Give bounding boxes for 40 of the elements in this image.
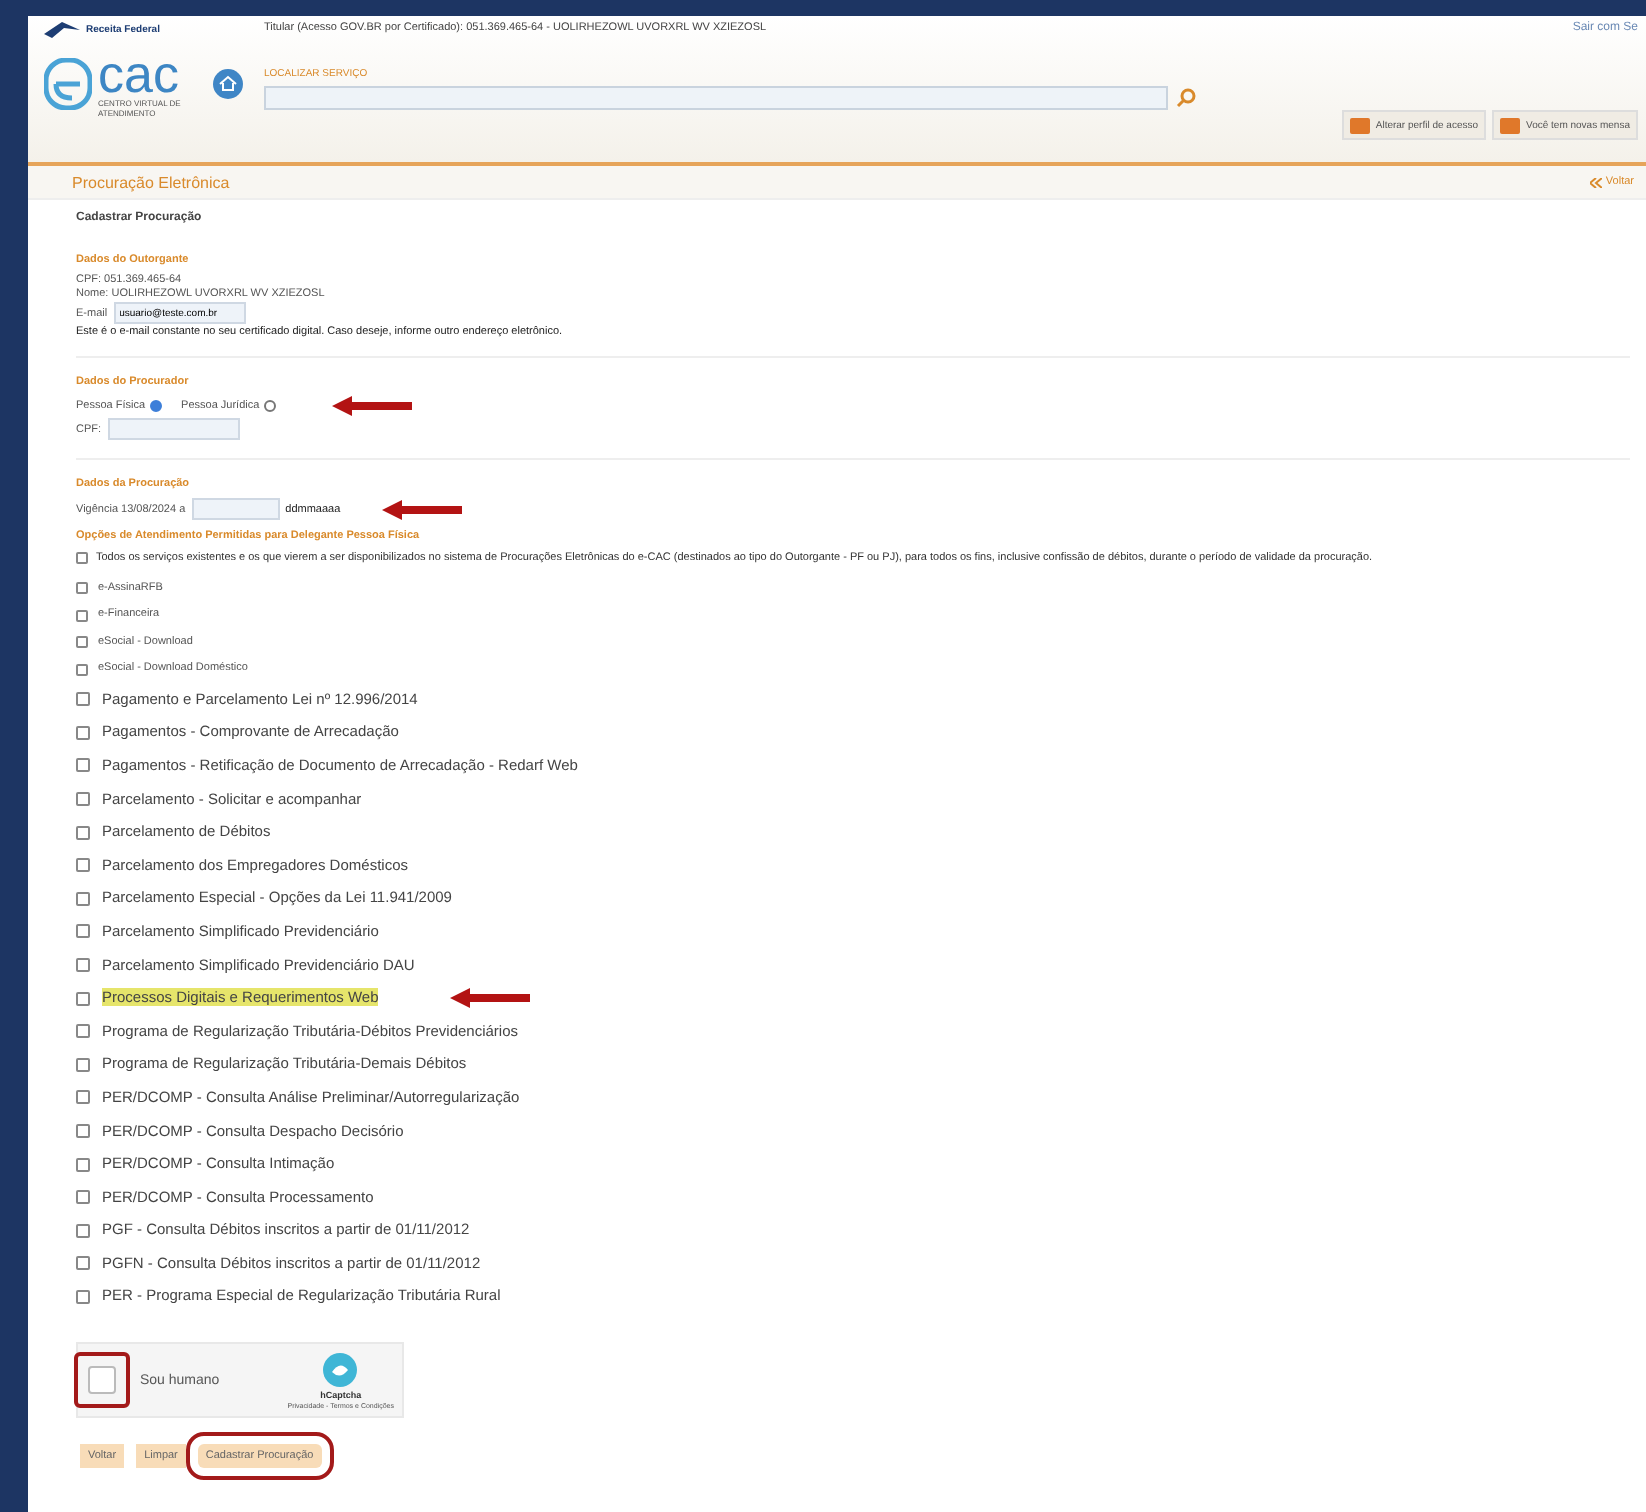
radio-button[interactable] [149, 400, 162, 412]
search-icon[interactable] [1176, 88, 1196, 108]
checkbox[interactable] [76, 663, 88, 676]
logo-text: cac [98, 50, 179, 98]
action-icon [1349, 116, 1370, 134]
cpf-field[interactable] [107, 418, 240, 440]
checkbox[interactable] [76, 1256, 90, 1271]
checkbox[interactable] [76, 825, 90, 840]
checkbox[interactable] [76, 609, 88, 622]
checkbox[interactable] [76, 1157, 90, 1172]
checkbox[interactable] [76, 1289, 90, 1304]
checkbox[interactable] [76, 758, 90, 773]
checkbox[interactable] [76, 1190, 90, 1205]
home-icon[interactable] [212, 68, 244, 100]
checkbox[interactable] [76, 991, 90, 1006]
bird-logo-icon [44, 22, 80, 38]
checkbox[interactable] [76, 958, 90, 973]
checkbox[interactable] [76, 924, 90, 939]
page-title: Procuração Eletrônica [72, 173, 230, 191]
double-chevron-icon [1589, 177, 1602, 187]
checkbox[interactable] [76, 1024, 90, 1039]
checkbox[interactable] [76, 636, 88, 649]
checkbox[interactable] [76, 858, 90, 873]
e-logo-icon [44, 58, 92, 110]
captcha-logo-icon [322, 1351, 359, 1388]
checkbox[interactable] [76, 891, 90, 906]
checkbox[interactable] [76, 582, 88, 595]
checkbox[interactable] [76, 1124, 90, 1139]
date-field[interactable] [191, 498, 280, 520]
captcha-checkbox[interactable] [88, 1366, 116, 1395]
checkbox[interactable] [76, 552, 88, 564]
checkbox[interactable] [76, 792, 90, 807]
radio-button[interactable] [263, 400, 276, 412]
checkbox[interactable] [76, 1057, 90, 1072]
checkbox[interactable] [76, 1223, 90, 1238]
checkbox[interactable] [76, 692, 90, 707]
checkbox[interactable] [76, 725, 90, 740]
search-field[interactable] [264, 86, 1168, 110]
action-icon [1500, 116, 1521, 134]
checkbox[interactable] [76, 1090, 90, 1105]
